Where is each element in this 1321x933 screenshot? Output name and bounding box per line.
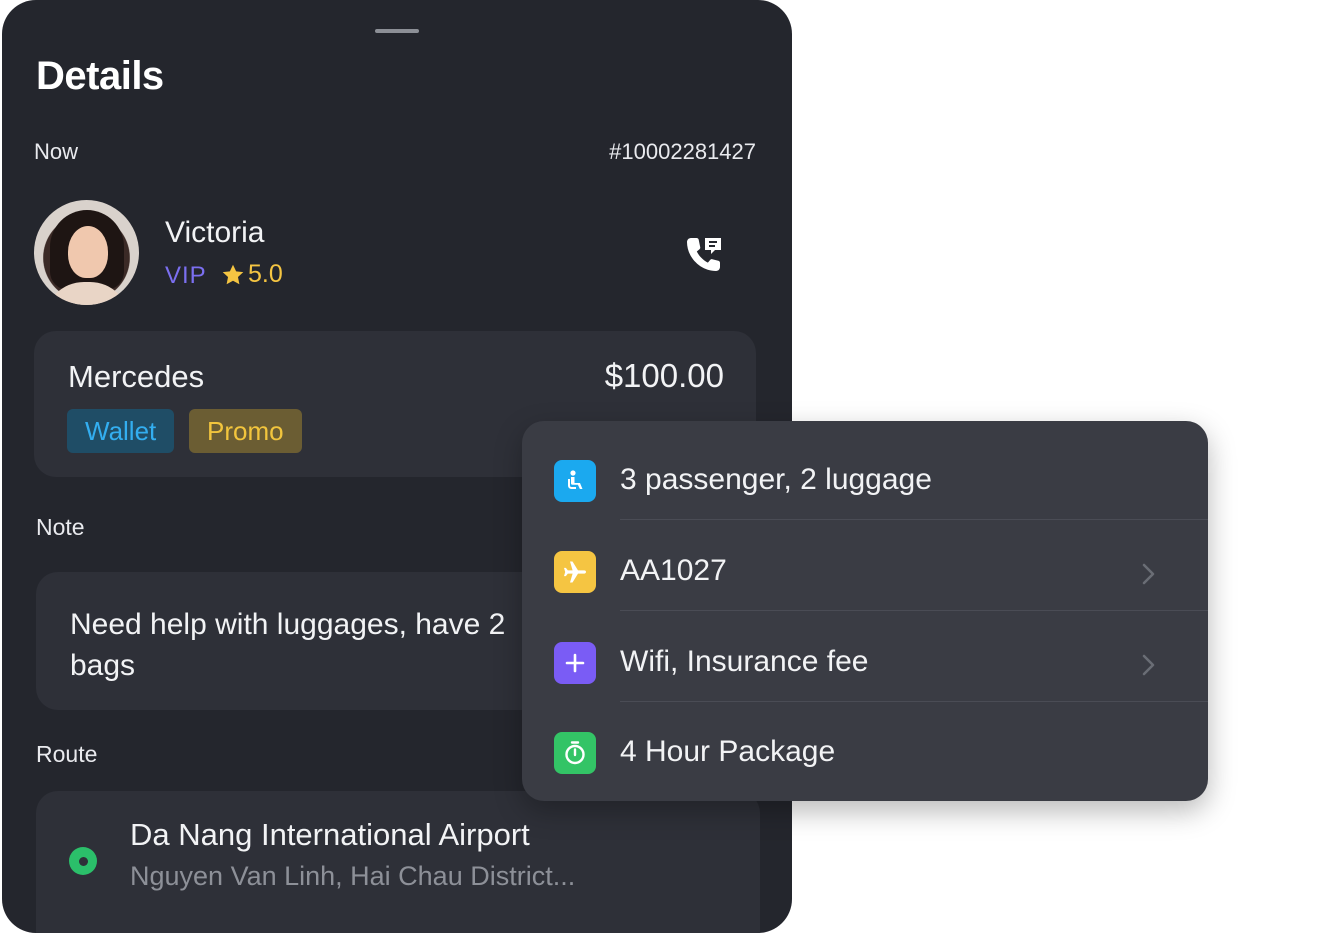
sheet-title: Details [36,54,164,98]
extras-row-passengers: 3 passenger, 2 luggage [522,429,1208,520]
chevron-right-icon [1142,654,1155,676]
plus-icon [554,642,596,684]
star-icon [222,264,244,284]
pickup-title: Da Nang International Airport [130,817,530,852]
note-text: Need help with luggages, have 2 bags [70,604,540,686]
package-label: 4 Hour Package [620,735,836,768]
trip-timing: Now [34,139,79,164]
route-card[interactable]: Da Nang International Airport Nguyen Van… [36,791,760,933]
vehicle-name: Mercedes [68,359,205,394]
note-text-line-1: Need help with luggages, have 2 [70,608,506,641]
pickup-address: Nguyen Van Linh, Hai Chau District... [130,861,576,891]
extras-row-package: 4 Hour Package [522,701,1208,791]
avatar [34,200,139,305]
passenger-seat-icon [554,460,596,502]
call-button[interactable] [680,230,728,278]
trip-extras-popup: 3 passenger, 2 luggage AA1027 Wifi, Insu… [522,421,1208,801]
addons-label: Wifi, Insurance fee [620,645,869,678]
pickup-dot-icon [69,847,97,875]
order-id: #10002281427 [609,139,756,164]
vip-badge: VIP [165,262,207,289]
payment-tag-wallet: Wallet [67,409,175,453]
rider-name: Victoria [165,216,265,249]
airplane-icon [554,551,596,593]
phone-call-icon [687,238,721,271]
chevron-right-icon [1142,563,1155,585]
extras-row-label: 3 passenger, 2 luggage [620,463,932,496]
note-text-line-2: bags [70,649,136,682]
stopwatch-icon [554,732,596,774]
sheet-drag-handle[interactable] [375,29,419,33]
route-label: Route [36,741,98,767]
extras-row-flight[interactable]: AA1027 [522,520,1208,611]
payment-tag-promo: Promo [189,409,302,453]
flight-number: AA1027 [620,554,727,587]
trip-price: $100.00 [604,357,724,394]
note-label: Note [36,514,85,540]
rating-value: 5.0 [248,260,283,288]
extras-row-addons[interactable]: Wifi, Insurance fee [522,611,1208,702]
rider-rating: 5.0 [220,260,283,289]
